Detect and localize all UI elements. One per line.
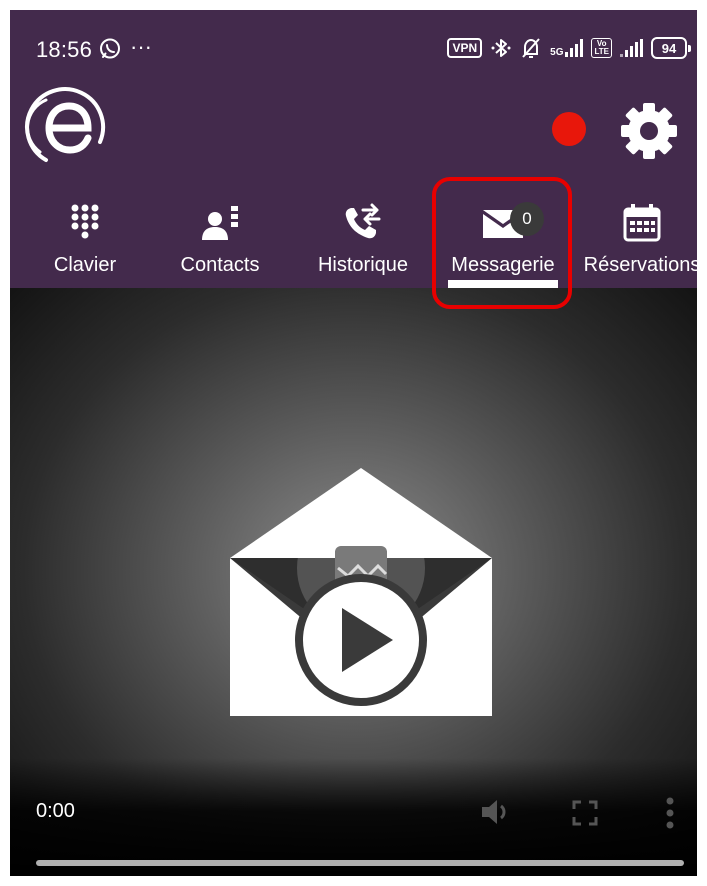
mute-icon	[522, 38, 540, 58]
tab-reservations[interactable]: Réservations	[577, 192, 697, 288]
volte-icon: Vo LTE	[591, 38, 612, 58]
tab-contacts[interactable]: Contacts	[165, 192, 275, 288]
more-notifications-icon: ···	[130, 34, 152, 59]
video-player[interactable]: 0:00	[10, 288, 697, 876]
progress-bar[interactable]	[36, 860, 684, 866]
player-controls: 0:00	[10, 758, 697, 876]
volume-icon[interactable]	[480, 798, 512, 826]
whatsapp-icon	[100, 38, 120, 59]
calendar-icon	[623, 204, 661, 242]
bluetooth-icon	[491, 39, 511, 57]
call-history-icon	[345, 203, 381, 239]
vpn-icon: VPN	[447, 38, 483, 58]
dialpad-icon	[71, 204, 99, 239]
tab-bar: Clavier Contacts Historique 0 Messagerie…	[10, 192, 697, 288]
status-icons: VPN 5G Vo LTE 94	[447, 33, 691, 63]
signal-5g-icon: 5G	[550, 39, 584, 58]
elapsed-time: 0:00	[36, 800, 75, 822]
e-logo[interactable]	[22, 82, 112, 172]
recording-indicator[interactable]	[552, 112, 586, 146]
tab-label: Historique	[317, 254, 409, 276]
status-time: 18:56	[36, 37, 93, 62]
fullscreen-icon[interactable]	[572, 800, 598, 826]
battery-icon: 94	[651, 37, 691, 59]
app-header: 18:56 ··· VPN 5G Vo LTE 94 Clavier Conta…	[10, 10, 697, 288]
tab-clavier[interactable]: Clavier	[30, 192, 140, 288]
gear-icon[interactable]	[617, 99, 681, 163]
tab-label: Réservations	[583, 254, 697, 276]
status-bar: 18:56 ··· VPN 5G Vo LTE 94	[10, 10, 697, 90]
kebab-menu-icon[interactable]	[665, 796, 675, 830]
tab-historique[interactable]: Historique	[308, 192, 418, 288]
contacts-icon	[202, 206, 238, 240]
envelope-play-icon[interactable]	[230, 468, 492, 716]
tab-label: Clavier	[53, 254, 117, 276]
tab-label: Contacts	[180, 254, 260, 276]
battery-level: 94	[651, 37, 687, 59]
signal-icon	[620, 39, 643, 57]
highlight-annotation	[432, 177, 572, 309]
app-screen: 18:56 ··· VPN 5G Vo LTE 94 Clavier Conta…	[10, 10, 697, 876]
